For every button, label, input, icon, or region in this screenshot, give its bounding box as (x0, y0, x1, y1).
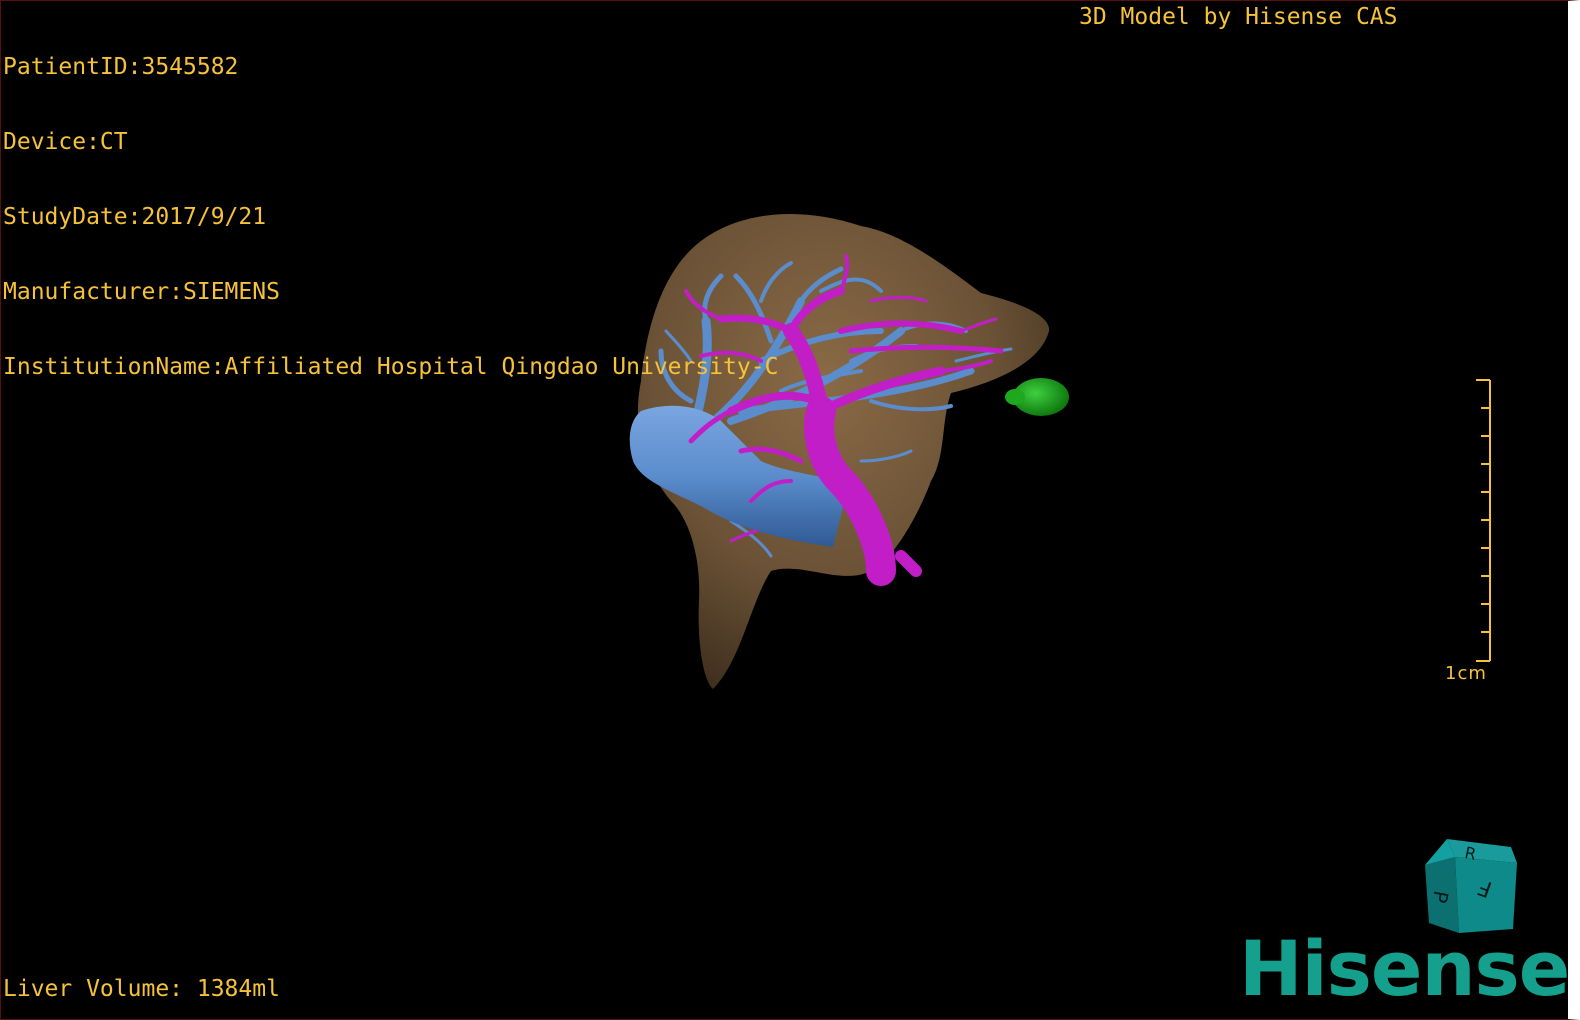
scale-bar (1476, 379, 1491, 662)
manufacturer: Manufacturer:SIEMENS (3, 279, 280, 305)
model-credit: 3D Model by Hisense CAS (1079, 4, 1398, 30)
institution-name: InstitutionName:Affiliated Hospital Qing… (3, 354, 779, 380)
device: Device:CT (3, 129, 128, 155)
hisense-logo: Hisense (1239, 924, 1570, 1013)
scale-label: 1cm (1445, 663, 1487, 684)
patient-info-overlay: PatientID:3545582 Device:CT StudyDate:20… (3, 5, 778, 430)
patient-id: PatientID:3545582 (3, 54, 239, 80)
study-date: StudyDate:2017/9/21 (3, 204, 267, 230)
liver-volume: Liver Volume: 1384ml (3, 976, 280, 1002)
3d-viewport[interactable]: PatientID:3545582 Device:CT StudyDate:20… (0, 0, 1580, 1020)
orientation-cube-icon[interactable]: R F P (1419, 837, 1525, 937)
